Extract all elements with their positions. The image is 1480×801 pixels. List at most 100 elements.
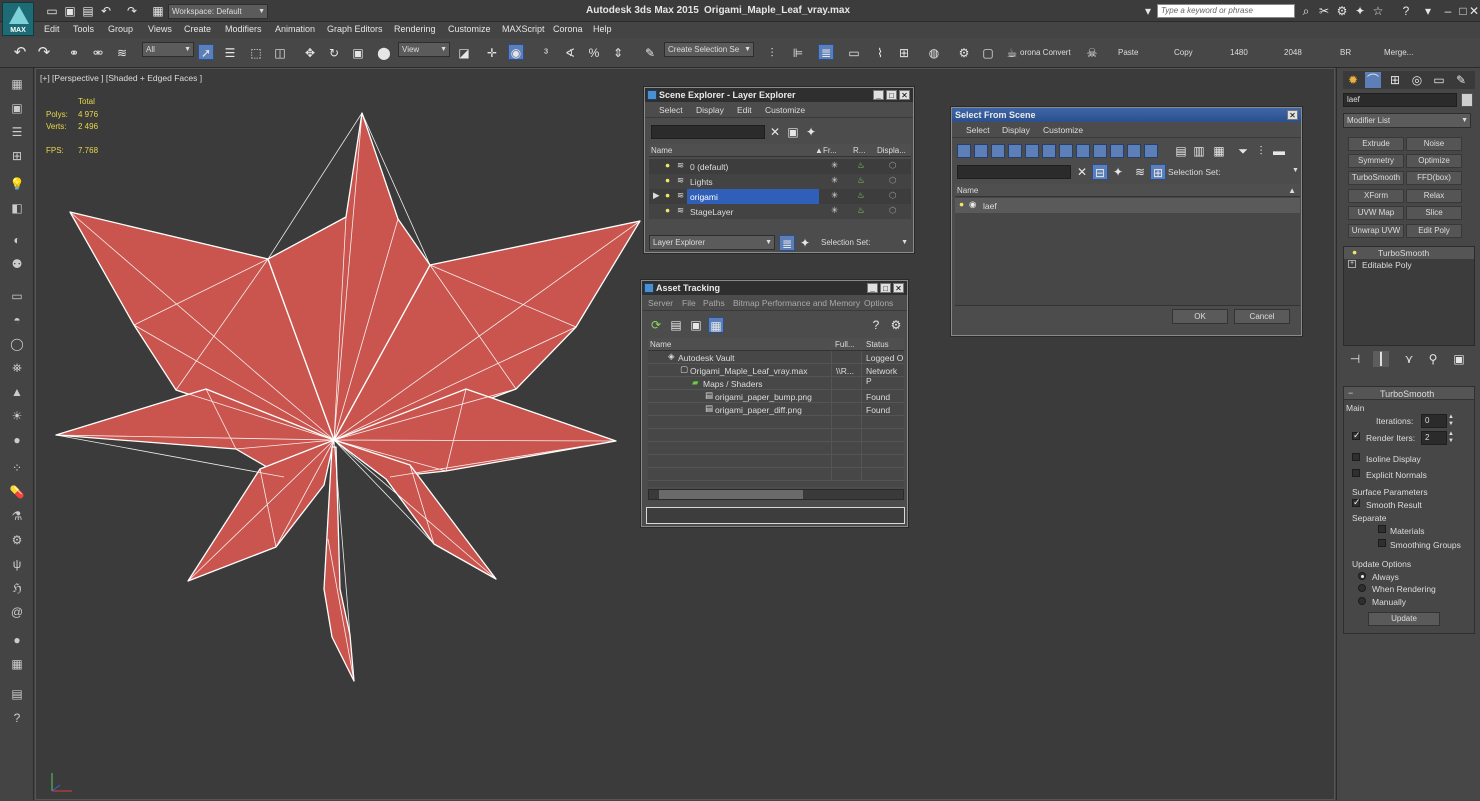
scene-explorer-search-input[interactable] [651,125,765,139]
filter-shapes-icon[interactable] [974,144,988,158]
display-icon[interactable]: ⬡ [889,175,896,186]
ok-button[interactable]: OK [1172,309,1228,324]
br-button[interactable]: BR [1340,48,1351,57]
layer-row-stagelayer[interactable]: ● ≋ StageLayer ✳ ♨ ⬡ [649,204,911,219]
update-manually-radio[interactable] [1358,597,1366,605]
asset-col-name[interactable]: Name [650,340,671,349]
expand-arrow-icon[interactable]: ▶ [653,190,660,201]
redo-icon[interactable]: ↷ [124,3,140,19]
light-bulb-icon[interactable]: ● [665,160,670,170]
explorer-mode-dropdown[interactable]: Layer Explorer [649,235,775,250]
select-invert-icon[interactable]: ▦ [1211,143,1227,159]
modifier-relax-button[interactable]: Relax [1406,189,1462,203]
layer-row-default[interactable]: ● ≋ 0 (default) ✳ ♨ ⬡ [649,159,911,174]
spinner-snap-icon[interactable]: ⇕ [610,45,626,61]
keyboard-shortcut-icon[interactable]: ◉ [508,44,524,60]
hierarchy-icon[interactable]: ✦ [1110,164,1126,180]
clear-search-icon[interactable]: ✕ [767,124,783,140]
stack-item-turbosmooth[interactable]: ● TurboSmooth [1344,247,1474,259]
corona-convert-label[interactable]: orona Convert [1020,48,1071,57]
filter-lights-icon[interactable] [991,144,1005,158]
shell-icon[interactable]: @ [8,604,26,620]
rollout-header[interactable]: − TurboSmooth [1344,387,1474,400]
sfs-col-name[interactable]: Name [957,186,978,195]
skull-icon[interactable]: ☠ [1084,45,1100,61]
display-icon[interactable]: ⬡ [889,205,896,216]
ball-icon[interactable]: ● [8,632,26,648]
particles-icon[interactable]: ⁘ [8,460,26,476]
isoline-display-checkbox[interactable] [1352,453,1360,461]
modify-tab-icon[interactable]: ⌒ [1365,72,1381,88]
freeze-icon[interactable]: ✳ [831,160,838,171]
minimize-icon[interactable]: – [1440,3,1456,19]
asset-menu-bitmap[interactable]: Bitmap Performance and Memory [733,298,860,308]
help-icon[interactable]: ? [868,317,884,333]
sfs-menu-customize[interactable]: Customize [1043,125,1083,135]
sphere-icon[interactable]: ◯ [8,336,26,352]
menu-group[interactable]: Group [108,24,133,34]
modifier-noise-button[interactable]: Noise [1406,137,1462,151]
select-object-icon[interactable]: ➚ [198,44,214,60]
sort-icon[interactable]: ▲ [815,146,823,155]
asset-row-maps[interactable]: ▰ Maps / Shaders [648,377,904,390]
modifier-unwrap-uvw-button[interactable]: Unwrap UVW [1348,224,1404,238]
table-icon[interactable]: ▦ [8,656,26,672]
scene-icon[interactable]: ▤ [8,686,26,702]
settings-icon[interactable]: ⚙ [888,317,904,333]
modifier-uvw-map-button[interactable]: UVW Map [1348,206,1404,220]
stack-item-editable-poly[interactable]: + Editable Poly [1344,259,1474,271]
explicit-normals-checkbox[interactable] [1352,469,1360,477]
pin-icon[interactable]: ▾ [1140,3,1156,19]
list-icon[interactable]: ☰ [8,124,26,140]
app-logo[interactable]: MAX [2,2,34,36]
case-sensitive-icon[interactable]: ⊟ [1092,164,1108,180]
bones-icon[interactable]: ⚗ [8,508,26,524]
iterations-spinner[interactable]: 0 [1421,414,1447,428]
light-bulb-icon[interactable]: ● [665,190,670,200]
scale-icon[interactable]: ▣ [350,45,366,61]
mirror-icon[interactable]: ⫶ [764,45,780,61]
filter-groups-icon[interactable] [1059,144,1073,158]
asset-horizontal-scrollbar[interactable] [648,489,904,500]
tools-icon[interactable]: ✂ [1316,3,1332,19]
sort-icon[interactable]: ▲ [1288,186,1296,195]
collapse-icon[interactable]: − [1348,388,1353,398]
unlink-icon[interactable]: ⚮ [90,45,106,61]
move-icon[interactable]: ✥ [302,45,318,61]
spinner-arrows-icon[interactable]: ▲ ▼ [1448,414,1454,428]
make-unique-icon[interactable]: ⋎ [1401,351,1417,367]
help-dropdown-icon[interactable]: ▾ [1420,3,1436,19]
grid-icon[interactable]: ⊞ [8,148,26,164]
asset-row-bump[interactable]: ▤ origami_paper_bump.png Found [648,390,904,403]
select-manipulate-icon[interactable]: ✛ [484,45,500,61]
menu-create[interactable]: Create [184,24,211,34]
sfs-object-row[interactable]: ● ◉ laef [955,198,1300,213]
refresh-icon[interactable]: ⟳ [648,317,664,333]
object-color-swatch[interactable] [1461,93,1473,107]
light-bulb-icon[interactable]: ● [1352,247,1357,257]
search-input[interactable]: Type a keyword or phrase [1157,4,1295,18]
teapot-icon[interactable]: ♨ [857,205,865,216]
undo-icon[interactable]: ↶ [12,45,28,61]
layers-toggle-icon[interactable]: ≣ [779,235,795,251]
expand-plus-icon[interactable]: + [1348,260,1356,268]
menu-modifiers[interactable]: Modifiers [225,24,262,34]
cancel-button[interactable]: Cancel [1234,309,1290,324]
link-icon[interactable]: ⚭ [66,45,82,61]
teapot-icon[interactable]: ♨ [857,175,865,186]
bind-space-warp-icon[interactable]: ≋ [114,45,130,61]
menu-views[interactable]: Views [148,24,172,34]
col-renderable[interactable]: R... [853,146,865,155]
utilities-tab-icon[interactable]: ✎ [1453,72,1469,88]
select-none-icon[interactable]: ▥ [1191,143,1207,159]
display-icon[interactable]: ⬡ [889,160,896,171]
materials-checkbox[interactable] [1378,525,1386,533]
asset-tracking-minimize-icon[interactable]: _ [867,283,878,293]
motion-tab-icon[interactable]: ◎ [1409,72,1425,88]
object-name-input[interactable]: laef [1343,93,1457,107]
angle-snap-icon[interactable]: ∢ [562,45,578,61]
rotate-icon[interactable]: ↻ [326,45,342,61]
percent-snap-icon[interactable]: % [586,45,602,61]
modifier-ffd-box-button[interactable]: FFD(box) [1406,171,1462,185]
menu-edit[interactable]: Edit [44,24,60,34]
